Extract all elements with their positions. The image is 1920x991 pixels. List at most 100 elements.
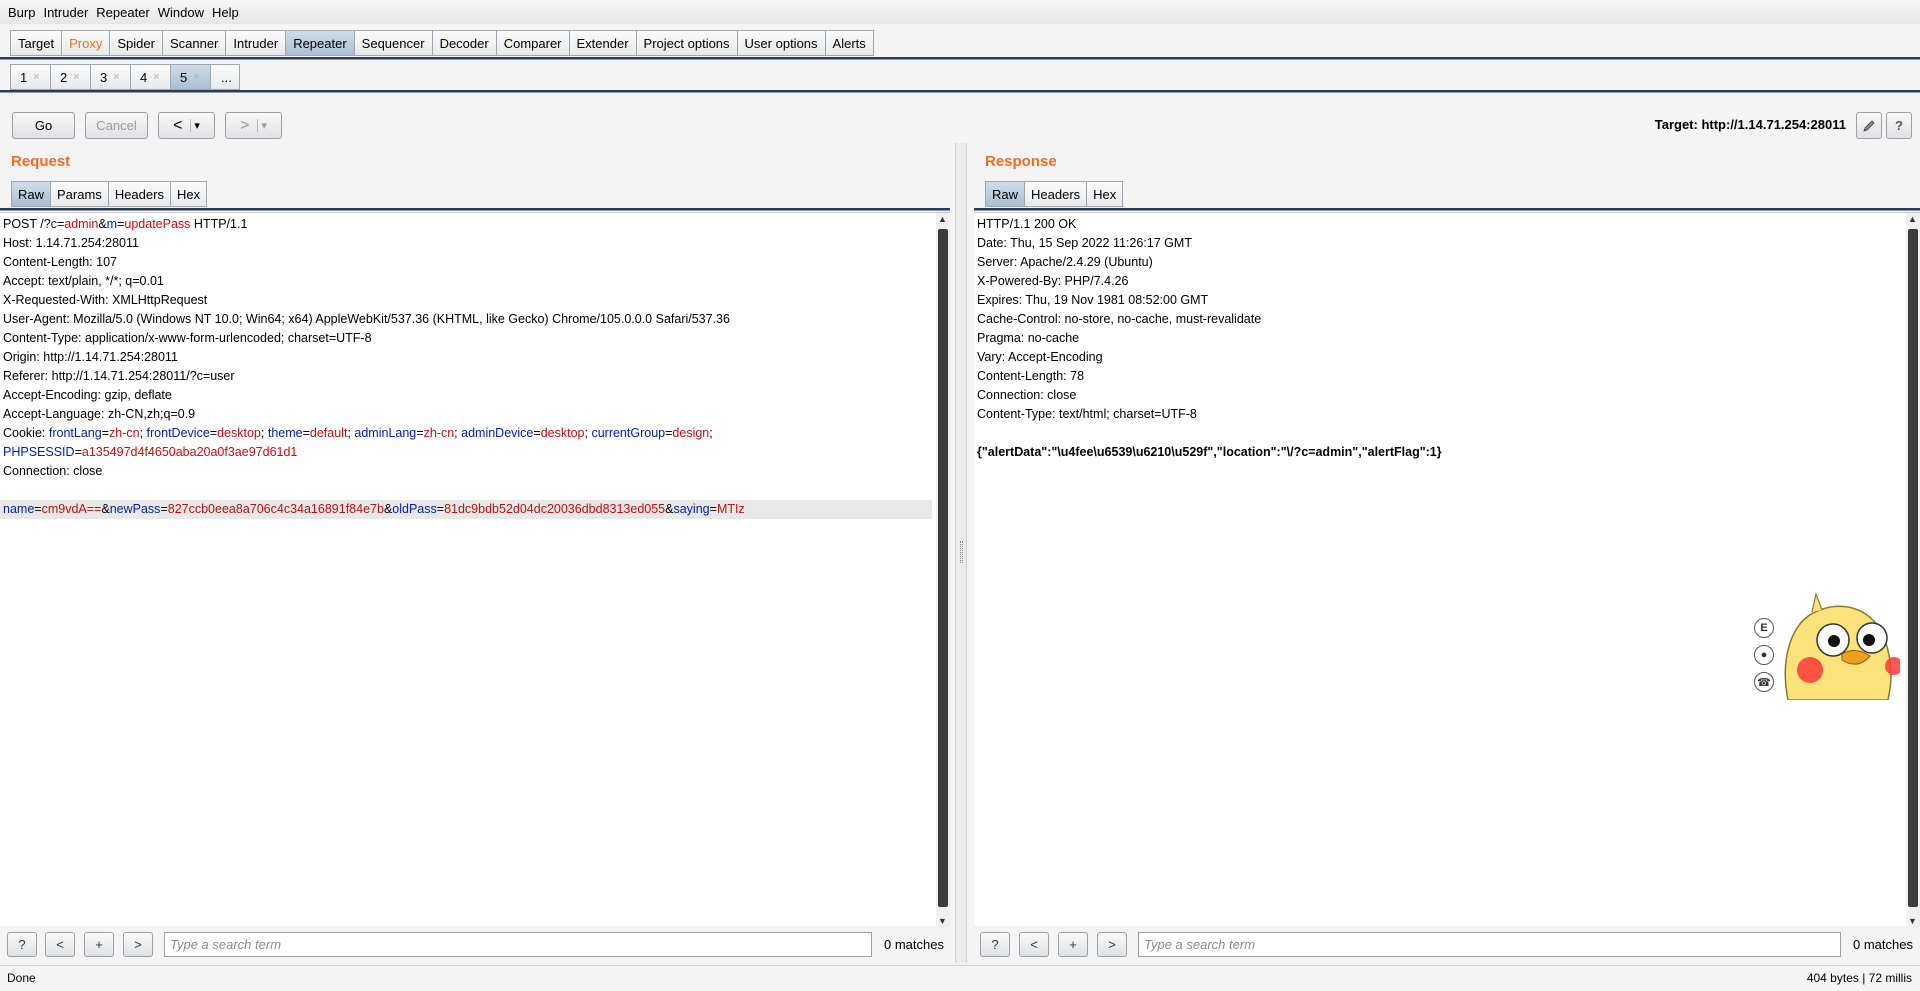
response-search-add-button[interactable]: + — [1058, 932, 1088, 957]
repeater-tab-5[interactable]: 5 × — [170, 64, 210, 90]
tab-extender[interactable]: Extender — [568, 30, 636, 56]
response-line: {"alertData":"\u4fee\u6539\u6210\u529f",… — [977, 445, 1442, 459]
tab-repeater[interactable]: Repeater — [285, 30, 354, 56]
response-tabs: Raw Headers Hex — [985, 181, 1124, 208]
scroll-down-icon[interactable]: ▼ — [1908, 916, 1917, 926]
scroll-thumb[interactable] — [938, 229, 948, 907]
request-line: Accept-Language: zh-CN,zh;q=0.9 — [3, 407, 196, 421]
close-icon[interactable]: × — [113, 71, 119, 83]
close-icon[interactable]: × — [193, 71, 199, 83]
tab-alerts[interactable]: Alerts — [824, 30, 874, 56]
scroll-thumb[interactable] — [1908, 229, 1918, 907]
tab-target[interactable]: Target — [10, 30, 62, 56]
request-line: Cookie: frontLang=zh-cn; frontDevice=des… — [3, 426, 713, 440]
request-line: Content-Length: 107 — [3, 255, 117, 269]
menu-help[interactable]: Help — [208, 5, 243, 20]
request-line: Accept-Encoding: gzip, deflate — [3, 388, 172, 402]
repeater-tab-1[interactable]: 1 × — [10, 64, 50, 90]
response-tab-headers[interactable]: Headers — [1024, 181, 1087, 207]
tab-intruder[interactable]: Intruder — [225, 30, 286, 56]
menu-intruder[interactable]: Intruder — [39, 5, 92, 20]
tab-spider[interactable]: Spider — [109, 30, 162, 56]
request-line: Connection: close — [3, 464, 103, 478]
repeater-tab-3[interactable]: 3 × — [90, 64, 130, 90]
request-line: User-Agent: Mozilla/5.0 (Windows NT 10.0… — [3, 312, 730, 326]
duck-mascot-icon[interactable] — [1750, 580, 1900, 700]
menu-bar: Burp Intruder Repeater Window Help — [0, 0, 1920, 24]
response-line: HTTP/1.1 200 OK — [977, 217, 1077, 231]
response-tab-raw[interactable]: Raw — [985, 181, 1025, 207]
menu-burp[interactable]: Burp — [4, 5, 39, 20]
request-tab-divider — [0, 208, 950, 211]
tab-sequencer[interactable]: Sequencer — [353, 30, 432, 56]
response-scrollbar[interactable]: ▲ ▼ — [1906, 213, 1920, 927]
close-icon[interactable]: × — [33, 71, 39, 83]
back-dropdown-icon[interactable]: ▾ — [190, 119, 200, 132]
repeater-tab-label: 3 — [100, 69, 108, 85]
close-icon[interactable]: × — [153, 71, 159, 83]
help-button[interactable]: ? — [1886, 112, 1912, 139]
main-tabs: Target Proxy Spider Scanner Intruder Rep… — [10, 30, 874, 57]
request-tab-hex[interactable]: Hex — [169, 181, 208, 207]
splitter-grip[interactable] — [960, 541, 963, 563]
response-line: Content-Type: text/html; charset=UTF-8 — [977, 407, 1197, 421]
scroll-up-icon[interactable]: ▲ — [938, 214, 947, 224]
scroll-down-icon[interactable]: ▼ — [938, 916, 947, 926]
request-tab-raw[interactable]: Raw — [11, 181, 51, 207]
repeater-tab-new[interactable]: ... — [210, 64, 240, 90]
repeater-tab-2[interactable]: 2 × — [50, 64, 90, 90]
request-text[interactable]: POST /?c=admin&m=updatePass HTTP/1.1 Host… — [0, 215, 932, 519]
request-search-add-button[interactable]: + — [84, 932, 114, 957]
scroll-up-icon[interactable]: ▲ — [1908, 214, 1917, 224]
close-icon[interactable]: × — [73, 71, 79, 83]
request-line: Host: 1.14.71.254:28011 — [3, 236, 139, 250]
response-tab-hex[interactable]: Hex — [1086, 181, 1124, 207]
request-search-prev-button[interactable]: < — [45, 932, 75, 957]
menu-window[interactable]: Window — [154, 5, 208, 20]
response-line: Expires: Thu, 19 Nov 1981 08:52:00 GMT — [977, 293, 1209, 307]
tab-decoder[interactable]: Decoder — [431, 30, 496, 56]
repeater-tab-label: 2 — [60, 69, 68, 85]
request-tab-headers[interactable]: Headers — [107, 181, 170, 207]
request-tabs: Raw Params Headers Hex — [11, 181, 208, 208]
pane-splitter[interactable] — [955, 143, 967, 963]
response-line: X-Powered-By: PHP/7.4.26 — [977, 274, 1129, 288]
tab-comparer[interactable]: Comparer — [495, 30, 569, 56]
request-line: POST /?c=admin&m=updatePass HTTP/1.1 — [3, 217, 248, 231]
pencil-icon — [1863, 119, 1875, 132]
repeater-tab-label: 1 — [20, 69, 28, 85]
repeater-tab-label: 4 — [140, 69, 148, 85]
tab-user-options[interactable]: User options — [736, 30, 825, 56]
tab-proxy[interactable]: Proxy — [61, 30, 110, 56]
response-search-help-button[interactable]: ? — [980, 932, 1010, 957]
response-line — [977, 424, 1902, 443]
response-line: Cache-Control: no-store, no-cache, must-… — [977, 312, 1262, 326]
response-search-input[interactable]: Type a search term — [1138, 932, 1841, 957]
request-editor[interactable]: POST /?c=admin&m=updatePass HTTP/1.1 Host… — [0, 212, 950, 927]
menu-repeater[interactable]: Repeater — [92, 5, 153, 20]
response-search-next-button[interactable]: > — [1097, 932, 1127, 957]
request-scrollbar[interactable]: ▲ ▼ — [936, 213, 950, 927]
tab-scanner[interactable]: Scanner — [161, 30, 226, 56]
response-tab-divider — [974, 208, 1920, 211]
edit-target-button[interactable] — [1856, 112, 1882, 139]
request-search-input[interactable]: Type a search term — [164, 932, 872, 957]
request-line: X-Requested-With: XMLHttpRequest — [3, 293, 208, 307]
back-button[interactable]: < ▾ — [158, 112, 215, 139]
go-button[interactable]: Go — [12, 112, 75, 139]
request-tab-params[interactable]: Params — [50, 181, 108, 207]
tab-project-options[interactable]: Project options — [635, 30, 737, 56]
request-line: Referer: http://1.14.71.254:28011/?c=use… — [3, 369, 235, 383]
response-line: Connection: close — [977, 388, 1077, 402]
forward-dropdown-icon[interactable]: ▾ — [257, 119, 267, 132]
forward-button[interactable]: > ▾ — [225, 112, 282, 139]
response-text[interactable]: HTTP/1.1 200 OK Date: Thu, 15 Sep 2022 11… — [977, 215, 1902, 462]
request-search-help-button[interactable]: ? — [7, 932, 37, 957]
response-search-prev-button[interactable]: < — [1019, 932, 1049, 957]
response-editor[interactable]: HTTP/1.1 200 OK Date: Thu, 15 Sep 2022 11… — [974, 212, 1920, 927]
repeater-tab-4[interactable]: 4 × — [130, 64, 170, 90]
request-match-count: 0 matches — [884, 937, 944, 952]
request-line — [3, 481, 932, 500]
request-search-next-button[interactable]: > — [123, 932, 153, 957]
cancel-button[interactable]: Cancel — [85, 112, 148, 139]
